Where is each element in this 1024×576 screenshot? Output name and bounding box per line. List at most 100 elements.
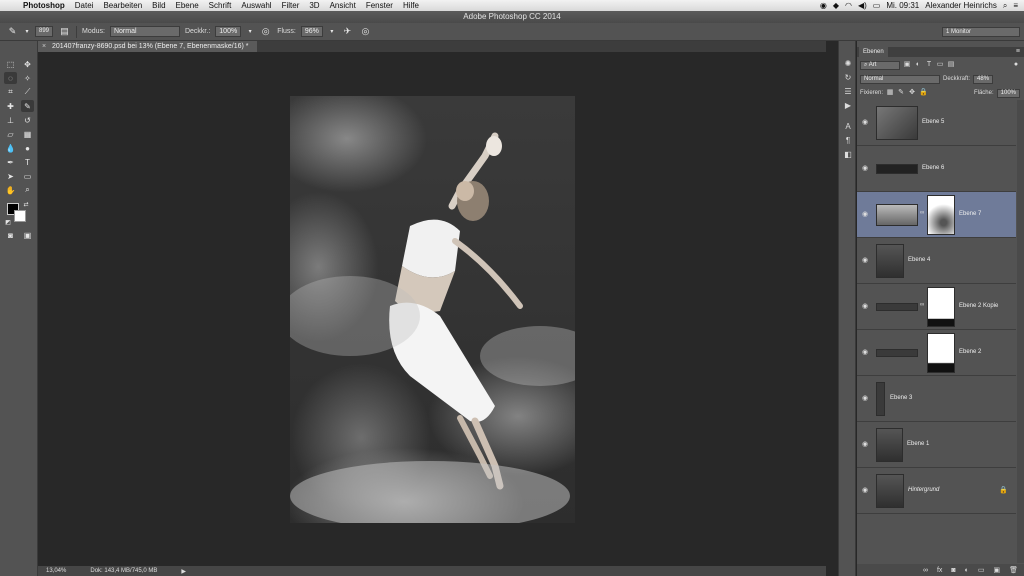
battery-icon[interactable]: ▭ — [873, 1, 881, 10]
visibility-eye-icon[interactable]: ◉ — [862, 348, 870, 356]
eyedropper-tool-icon[interactable]: ⟋ — [21, 86, 34, 98]
layer-style-icon[interactable]: fx — [937, 567, 942, 574]
flow-input[interactable]: 96% — [300, 26, 323, 37]
visibility-eye-icon[interactable]: ◉ — [862, 210, 870, 218]
close-icon[interactable]: × — [42, 41, 46, 52]
clone-stamp-tool-icon[interactable]: ⊥ — [4, 114, 17, 126]
adjustment-layer-icon[interactable]: ◐ — [965, 567, 969, 574]
layer-row[interactable]: ◉ Hintergrund 🔒 — [857, 468, 1016, 514]
pressure-opacity-icon[interactable]: ◎ — [259, 26, 272, 38]
path-selection-tool-icon[interactable]: ➤ — [4, 170, 17, 182]
menu-filter[interactable]: Filter — [277, 1, 305, 10]
dropbox-icon[interactable]: ◆ — [833, 1, 839, 10]
eraser-tool-icon[interactable]: ▱ — [4, 128, 17, 140]
screen-mode-icon[interactable]: ▣ — [21, 229, 34, 241]
visibility-eye-icon[interactable]: ◉ — [862, 302, 870, 310]
user-name[interactable]: Alexander Heinrichs — [925, 1, 997, 10]
zoom-tool-icon[interactable]: ⌕ — [21, 184, 34, 196]
menu-photoshop[interactable]: Photoshop — [18, 1, 70, 10]
add-mask-icon[interactable]: ◙ — [951, 567, 955, 574]
lock-position-icon[interactable]: ✥ — [908, 89, 916, 97]
layer-mask-thumbnail[interactable] — [927, 195, 955, 235]
lasso-tool-icon[interactable]: ◌ — [4, 72, 17, 84]
background-color-swatch[interactable] — [14, 210, 26, 222]
navigator-icon[interactable]: ✺ — [842, 58, 854, 69]
history-brush-tool-icon[interactable]: ↺ — [21, 114, 34, 126]
visibility-eye-icon[interactable]: ◉ — [862, 394, 870, 402]
properties-icon[interactable]: ☰ — [842, 86, 854, 97]
hand-tool-icon[interactable]: ✋ — [4, 184, 17, 196]
blend-mode-select[interactable]: Normal — [860, 74, 940, 84]
clock[interactable]: Mi. 09:31 — [886, 1, 919, 10]
menu-auswahl[interactable]: Auswahl — [236, 1, 276, 10]
layer-row[interactable]: ◉ Ebene 5 — [857, 100, 1016, 146]
menu-hilfe[interactable]: Hilfe — [398, 1, 424, 10]
move-tool-icon[interactable]: ✥ — [21, 58, 34, 70]
chevron-down-icon[interactable]: ▾ — [328, 26, 336, 38]
layer-list-scrollbar[interactable] — [1017, 100, 1024, 563]
layer-row[interactable]: ◉ Ebene 4 — [857, 238, 1016, 284]
lock-transparency-icon[interactable]: ▦ — [886, 89, 894, 97]
document-tab[interactable]: × 201407franzy-8690.psd bei 13% (Ebene 7… — [38, 41, 257, 52]
trash-icon[interactable]: 🗑 — [1009, 566, 1018, 574]
volume-icon[interactable]: ◀) — [858, 1, 867, 10]
layer-opacity-input[interactable]: 48% — [973, 74, 994, 84]
shape-filter-icon[interactable]: ▭ — [936, 61, 944, 69]
pixel-filter-icon[interactable]: ▣ — [903, 61, 911, 69]
history-icon[interactable]: ↻ — [842, 72, 854, 83]
menu-ansicht[interactable]: Ansicht — [325, 1, 361, 10]
adjustment-filter-icon[interactable]: ◐ — [914, 61, 922, 69]
status-menu-arrow-icon[interactable]: ▶ — [181, 568, 186, 575]
chevron-down-icon[interactable]: ▾ — [24, 26, 30, 38]
brush-size-picker[interactable]: 899 — [35, 26, 54, 37]
menu-bearbeiten[interactable]: Bearbeiten — [98, 1, 147, 10]
notification-icon[interactable]: ◉ — [820, 1, 827, 10]
link-layers-icon[interactable]: ∞ — [923, 567, 928, 574]
chevron-down-icon[interactable]: ▾ — [246, 26, 254, 38]
layer-row[interactable]: ◉ Ebene 3 — [857, 376, 1016, 422]
brush-tool-icon[interactable]: ✎ — [21, 100, 34, 112]
marquee-tool-icon[interactable]: ⬚ — [4, 58, 17, 70]
blur-tool-icon[interactable]: 💧 — [4, 142, 17, 154]
panel-menu-icon[interactable]: ≡ — [1016, 48, 1020, 55]
document-image[interactable] — [290, 96, 575, 523]
pen-tool-icon[interactable]: ✒ — [4, 156, 17, 168]
pressure-size-icon[interactable]: ◎ — [359, 26, 372, 38]
workspace-select[interactable]: 1 Monitor — [942, 27, 1020, 37]
menu-ebene[interactable]: Ebene — [171, 1, 204, 10]
layer-row[interactable]: ◉ Ebene 6 — [857, 146, 1016, 192]
gradient-tool-icon[interactable]: ▦ — [21, 128, 34, 140]
rectangle-tool-icon[interactable]: ▭ — [21, 170, 34, 182]
brush-tool-preset-icon[interactable]: ✎ — [6, 26, 19, 38]
menu-bild[interactable]: Bild — [147, 1, 170, 10]
visibility-eye-icon[interactable]: ◉ — [862, 118, 870, 126]
menu-datei[interactable]: Datei — [70, 1, 99, 10]
layer-row[interactable]: ◉ Ebene 1 — [857, 422, 1016, 468]
mask-link-icon[interactable]: ∞ — [920, 302, 924, 308]
quick-mask-icon[interactable]: ◙ — [4, 229, 17, 241]
mask-link-icon[interactable]: ∞ — [920, 210, 924, 216]
filter-kind-select[interactable]: ⌕ Art — [860, 60, 900, 70]
character-icon[interactable]: A — [842, 121, 854, 132]
new-group-icon[interactable]: ▭ — [978, 566, 985, 574]
layer-fill-input[interactable]: 100% — [996, 88, 1020, 98]
layer-row[interactable]: ◉ Ebene 2 — [857, 330, 1016, 376]
lock-pixels-icon[interactable]: ✎ — [897, 89, 905, 97]
magic-wand-tool-icon[interactable]: ✧ — [21, 72, 34, 84]
brush-panel-icon[interactable]: ▤ — [58, 26, 71, 38]
layer-mask-thumbnail[interactable] — [927, 333, 955, 373]
spotlight-icon[interactable]: ⌕ — [1003, 1, 1007, 11]
visibility-eye-icon[interactable]: ◉ — [862, 256, 870, 264]
new-layer-icon[interactable]: ▣ — [993, 566, 1000, 574]
dodge-tool-icon[interactable]: ● — [21, 142, 34, 154]
zoom-level[interactable]: 13,04% — [46, 568, 66, 574]
tab-layers[interactable]: Ebenen — [859, 47, 888, 57]
layer-mask-thumbnail[interactable] — [927, 287, 955, 327]
layer-row[interactable]: ◉ ∞ Ebene 2 Kopie — [857, 284, 1016, 330]
smart-object-filter-icon[interactable]: ▤ — [947, 61, 955, 69]
adjustments-icon[interactable]: ◧ — [842, 149, 854, 160]
menu-3d[interactable]: 3D — [304, 1, 324, 10]
visibility-eye-icon[interactable]: ◉ — [862, 164, 870, 172]
type-filter-icon[interactable]: T — [925, 61, 933, 69]
opacity-input[interactable]: 100% — [215, 26, 242, 37]
